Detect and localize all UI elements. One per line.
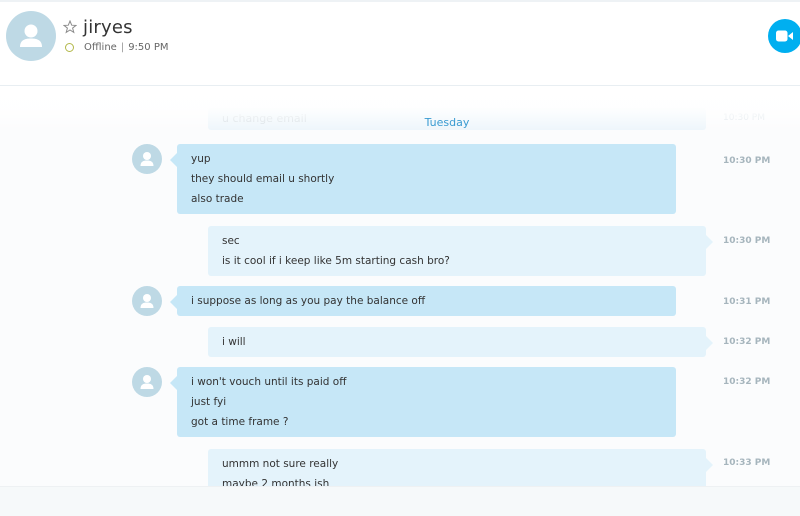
contact-name[interactable]: jiryes <box>83 17 133 38</box>
outgoing-message-bubble[interactable]: ummm not sure really maybe 2 months ish <box>208 449 713 486</box>
sender-avatar[interactable] <box>132 286 162 316</box>
incoming-message-bubble[interactable]: yup they should email u shortly also tra… <box>170 144 676 214</box>
sender-avatar[interactable] <box>132 367 162 397</box>
composer-area[interactable] <box>0 486 800 516</box>
status-separator: | <box>120 42 125 53</box>
presence-status: Offline | 9:50 PM <box>84 42 168 53</box>
presence-ring-icon <box>65 43 74 52</box>
video-call-button[interactable] <box>768 19 800 53</box>
message-text: maybe 2 months ish <box>222 478 330 486</box>
message-text: i suppose as long as you pay the balance… <box>191 295 426 307</box>
contact-avatar[interactable] <box>6 11 56 61</box>
person-silhouette-icon <box>140 152 154 166</box>
message-text: they should email u shortly <box>191 173 335 185</box>
incoming-message-bubble[interactable]: i won't vouch until its paid off just fy… <box>170 367 676 437</box>
message-timestamp: 10:33 PM <box>723 458 771 468</box>
message-timestamp: 10:32 PM <box>723 377 771 387</box>
message-text: ummm not sure really <box>222 458 339 470</box>
message-timestamp: 10:30 PM <box>723 156 771 166</box>
message-text: also trade <box>191 193 244 205</box>
message-text: just fyi <box>191 396 227 408</box>
message-timestamp: 10:30 PM <box>723 236 771 246</box>
outgoing-message-bubble[interactable]: sec is it cool if i keep like 5m startin… <box>208 226 713 276</box>
message-timestamp: 10:31 PM <box>723 297 771 307</box>
message-text: got a time frame ? <box>191 416 289 428</box>
message-text: is it cool if i keep like 5m starting ca… <box>222 255 450 267</box>
outgoing-message-bubble[interactable]: i will <box>208 327 713 357</box>
star-outline-icon[interactable] <box>63 20 77 34</box>
conversation-header: jiryes Offline | 9:50 PM <box>0 0 800 86</box>
message-text: i won't vouch until its paid off <box>191 376 347 388</box>
person-silhouette-icon <box>20 24 42 47</box>
sender-avatar[interactable] <box>132 144 162 174</box>
person-silhouette-icon <box>140 294 154 308</box>
video-camera-icon <box>776 30 793 42</box>
top-divider <box>0 0 800 2</box>
message-text: yup <box>191 153 211 165</box>
presence-text: Offline <box>84 42 117 53</box>
message-timestamp: 10:32 PM <box>723 337 771 347</box>
message-text: i will <box>222 336 246 348</box>
day-separator: Tuesday <box>424 116 470 129</box>
incoming-message-bubble[interactable]: i suppose as long as you pay the balance… <box>170 286 676 316</box>
last-seen-time: 9:50 PM <box>128 42 169 53</box>
message-text: sec <box>222 235 240 247</box>
person-silhouette-icon <box>140 375 154 389</box>
message-list[interactable]: u change email 10:30 PM Tuesday yup they… <box>0 86 800 486</box>
